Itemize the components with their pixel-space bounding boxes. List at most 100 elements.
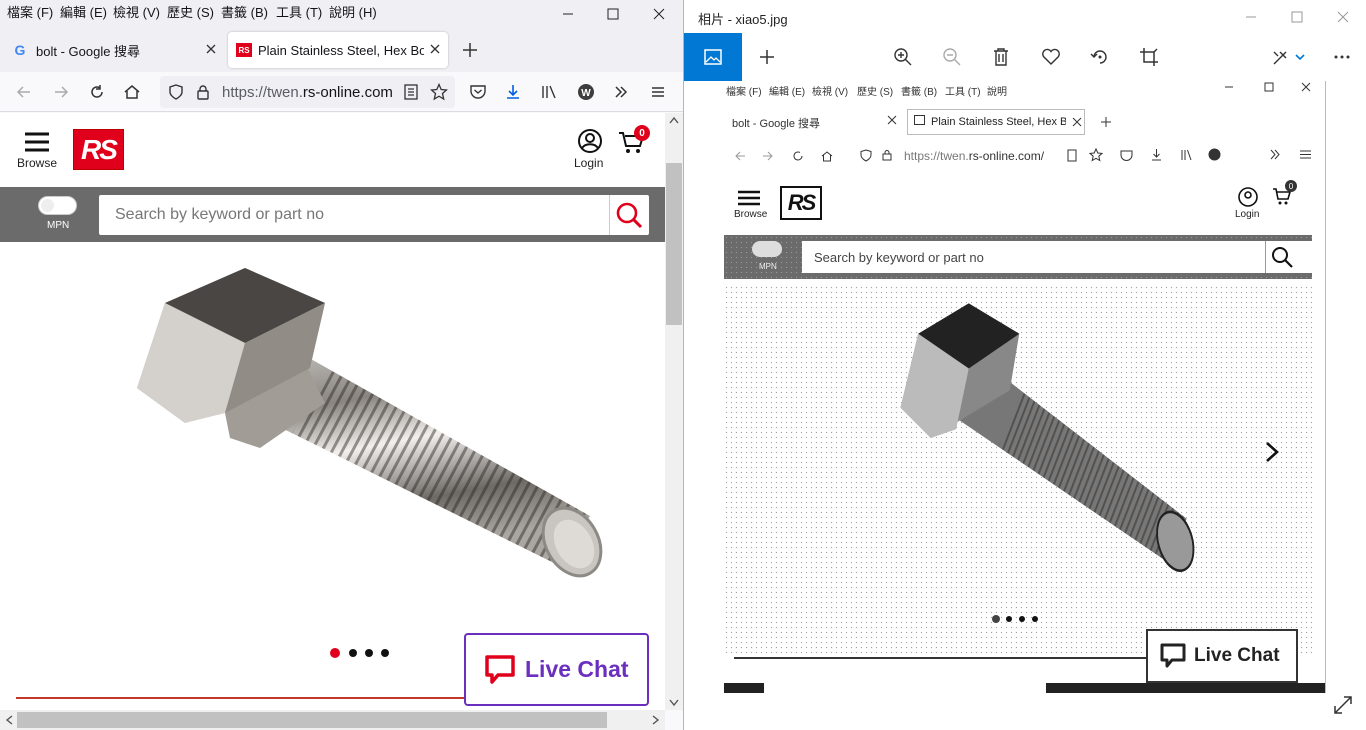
photo-tab-strip: bolt - Google 搜尋 Plain Stainless Steel, … (724, 109, 1325, 137)
rs-logo[interactable]: RS (73, 129, 124, 170)
back-icon[interactable] (10, 78, 38, 106)
url-bar[interactable]: https://twen.rs-online.com (160, 76, 455, 108)
photo-menu-item: 檔案 (F) (726, 87, 762, 98)
photo-new-tab-icon (1100, 116, 1112, 128)
hscroll-thumb[interactable] (17, 712, 607, 728)
chat-bubble-icon (484, 654, 516, 686)
photo-next-arrow-icon (1264, 441, 1280, 463)
photo-live-chat-label: Live Chat (1194, 645, 1280, 666)
gallery-icon (704, 49, 722, 65)
photos-maximize-button[interactable] (1274, 0, 1320, 33)
edit-create-dropdown[interactable] (1269, 45, 1309, 69)
carousel-dot-2[interactable] (349, 649, 357, 657)
menu-tools[interactable]: 工具 (T) (276, 2, 322, 21)
new-tab-icon[interactable] (460, 40, 480, 60)
photo-search-icon (1270, 245, 1294, 269)
scroll-down-icon[interactable] (669, 699, 679, 707)
reload-icon[interactable] (83, 78, 111, 106)
menu-history[interactable]: 歷史 (S) (167, 2, 214, 21)
tab-google-search[interactable]: G bolt - Google 搜尋 (4, 32, 224, 68)
tracking-shield-icon[interactable] (168, 84, 184, 100)
live-chat-button[interactable]: Live Chat (464, 633, 649, 706)
maximize-button[interactable] (590, 0, 636, 28)
see-all-photos-button[interactable] (684, 33, 742, 81)
scroll-thumb[interactable] (666, 163, 682, 325)
photo-close-icon (1301, 82, 1311, 92)
photo-hamburger-icon (1299, 148, 1312, 161)
carousel-dot-4[interactable] (381, 649, 389, 657)
search-input[interactable]: Search by keyword or part no (99, 195, 649, 235)
reader-view-icon[interactable] (404, 84, 418, 100)
carousel-dot-1[interactable] (330, 648, 340, 658)
logo-text: RS (81, 133, 118, 165)
minimize-button[interactable] (545, 0, 591, 28)
browse-button[interactable]: Browse (16, 129, 60, 173)
lock-icon[interactable] (196, 84, 210, 100)
menu-bar: 檔案 (F) 編輯 (E) 檢視 (V) 歷史 (S) 書籤 (B) 工具 (T… (0, 0, 683, 28)
photos-window-title: 相片 - xiao5.jpg (698, 12, 788, 27)
more-options-icon[interactable] (1330, 45, 1354, 69)
cart-button[interactable]: 0 (617, 125, 651, 157)
horizontal-scrollbar[interactable] (0, 710, 665, 730)
extension-w-icon[interactable]: W (572, 78, 600, 106)
photo-mpn-label: MPN (759, 262, 777, 271)
photo-tab-close-icon (1072, 117, 1082, 127)
menu-view[interactable]: 檢視 (V) (113, 2, 160, 21)
firefox-window: 檔案 (F) 編輯 (E) 檢視 (V) 歷史 (S) 書籤 (B) 工具 (T… (0, 0, 683, 730)
add-icon[interactable] (755, 45, 779, 69)
photo-url-text: https://twen.rs-online.com/ (904, 149, 1045, 163)
rotate-icon[interactable] (1088, 45, 1112, 69)
favorite-heart-icon[interactable] (1039, 45, 1063, 69)
search-icon[interactable] (614, 200, 644, 230)
divider-line (16, 697, 476, 699)
photo-live-chat: Live Chat (1146, 629, 1298, 683)
cart-count-badge: 0 (634, 125, 650, 141)
photo-tab-title: Plain Stainless Steel, Hex Bolt (931, 116, 1066, 128)
menu-help[interactable]: 說明 (H) (329, 2, 377, 21)
product-image-bolt (0, 248, 665, 628)
home-icon[interactable] (118, 78, 146, 106)
carousel-dots (330, 648, 390, 658)
tab-close-icon[interactable] (204, 42, 218, 56)
photo-menu-bar: 檔案 (F) 編輯 (E) 檢視 (V) 歷史 (S) 書籤 (B) 工具 (T… (724, 81, 1325, 99)
photo-reader-icon (1067, 149, 1077, 162)
library-icon[interactable] (536, 78, 564, 106)
photos-toolbar (684, 33, 1366, 81)
delete-icon[interactable] (989, 45, 1013, 69)
photo-rs-favicon-icon (914, 115, 925, 125)
zoom-out-icon[interactable] (940, 45, 964, 69)
close-window-button[interactable] (636, 0, 682, 28)
overflow-chevrons-icon[interactable] (607, 78, 635, 106)
tab-rs-online[interactable]: RS Plain Stainless Steel, Hex Bolt, (228, 32, 448, 68)
scroll-left-icon[interactable] (5, 715, 13, 725)
menu-edit[interactable]: 編輯 (E) (60, 2, 107, 21)
tab-strip: G bolt - Google 搜尋 RS Plain Stainless St… (0, 28, 683, 72)
forward-icon[interactable] (47, 78, 75, 106)
menu-bookmarks[interactable]: 書籤 (B) (221, 2, 268, 21)
fullscreen-expand-icon[interactable] (1332, 694, 1354, 716)
mpn-toggle[interactable] (38, 196, 77, 215)
hamburger-menu-icon[interactable] (644, 78, 672, 106)
photo-back-icon (734, 150, 746, 162)
vertical-scrollbar[interactable] (665, 113, 683, 710)
menu-file[interactable]: 檔案 (F) (7, 2, 53, 21)
photo-home-icon (821, 150, 833, 162)
zoom-in-icon[interactable] (891, 45, 915, 69)
url-text[interactable]: https://twen.rs-online.com (222, 84, 394, 101)
photo-downloads-icon (1150, 148, 1163, 162)
bookmark-star-icon[interactable] (430, 83, 448, 101)
login-button[interactable]: Login (572, 127, 608, 171)
photos-app-window: 相片 - xiao5.jpg 檔案 (F) 編輯 (E) 檢視 (V) 歷史 (… (683, 0, 1366, 730)
photo-pocket-icon (1120, 149, 1133, 162)
tab-close-icon[interactable] (428, 42, 442, 56)
displayed-photo: 檔案 (F) 編輯 (E) 檢視 (V) 歷史 (S) 書籤 (B) 工具 (T… (724, 81, 1326, 693)
photos-minimize-button[interactable] (1228, 0, 1274, 33)
scroll-up-icon[interactable] (669, 116, 679, 124)
navigation-toolbar: https://twen.rs-online.com W (0, 72, 683, 112)
scroll-right-icon[interactable] (652, 715, 660, 725)
carousel-dot-3[interactable] (365, 649, 373, 657)
downloads-icon[interactable] (499, 78, 527, 106)
pocket-icon[interactable] (464, 78, 492, 106)
crop-icon[interactable] (1137, 45, 1161, 69)
photos-close-button[interactable] (1320, 0, 1366, 33)
